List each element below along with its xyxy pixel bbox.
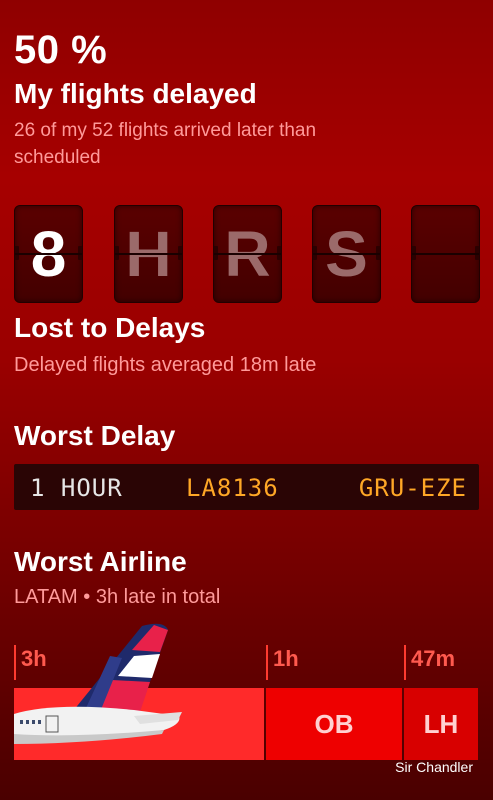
flip-digit-4: S [312,205,381,303]
photo-credit: Sir Chandler [395,759,473,775]
flight-number: LA8136 [186,474,279,502]
bar-value-lh: 47m [411,646,456,671]
bar-lh: LH [404,688,478,760]
worst-airline-heading: Worst Airline [14,546,187,577]
flight-route: GRU-EZE [358,474,467,502]
delay-duration: 1 HOUR [30,474,123,502]
bar-tick-ob [266,645,268,680]
lost-to-delays-heading: Lost to Delays [14,312,206,343]
flip-char: 8 [30,218,67,290]
worst-airline-subtitle: LATAM • 3h late in total [14,586,221,608]
bar-tick-lh [404,645,406,680]
delay-percentage: 50 % [14,28,108,72]
flights-delayed-subtitle: 26 of my 52 flights arrived later than s… [14,120,317,168]
bar-value-ob: 1h [273,646,299,671]
bar-airline-lh: LH [423,708,459,739]
flip-char: H [125,218,172,290]
bar-ob: OB [266,688,402,760]
bar-airline-ob: OB [314,708,354,739]
departure-board: 1 HOUR LA8136 GRU-EZE [14,464,479,510]
worst-delay-heading: Worst Delay [14,420,176,451]
flip-digit-5 [411,205,480,303]
flights-delayed-heading: My flights delayed [14,78,257,109]
flip-digit-3: R [213,205,282,303]
flip-digit-1: 8 [14,205,83,303]
flip-char: S [325,218,368,290]
lost-to-delays-subtitle: Delayed flights averaged 18m late [14,354,317,376]
flip-digit-2: H [114,205,183,303]
airplane-tail-icon [14,623,182,744]
flip-char: R [224,218,271,290]
